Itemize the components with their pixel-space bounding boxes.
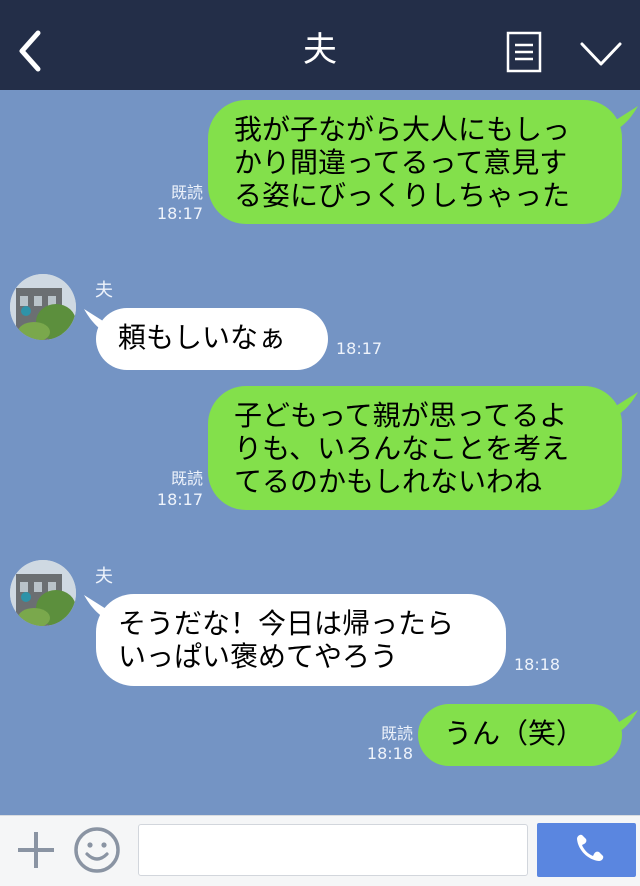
message-time: 18:17 [336, 339, 383, 358]
chevron-down-icon [580, 42, 622, 66]
read-status: 既読 [380, 724, 413, 743]
menu-icon [506, 31, 542, 73]
read-status: 既読 [170, 183, 203, 202]
sender-name: 夫 [95, 566, 113, 587]
chat-title: 夫 [303, 30, 337, 70]
plus-icon [18, 832, 54, 868]
message-input[interactable] [138, 824, 528, 876]
avatar-image [10, 274, 76, 340]
message-time: 18:18 [366, 744, 413, 763]
message-bubble: そうだな！今日は帰ったら いっぱい褒めてやろう [96, 594, 506, 686]
message-time: 18:17 [156, 204, 203, 223]
avatar[interactable] [10, 560, 76, 626]
chat-header: 夫 [0, 0, 640, 90]
menu-button[interactable] [506, 31, 542, 73]
avatar[interactable] [10, 274, 76, 340]
sender-name: 夫 [95, 280, 113, 301]
emoji-button[interactable] [73, 826, 121, 874]
chevron-down-button[interactable] [578, 38, 624, 70]
avatar-image [10, 560, 76, 626]
emoji-icon [74, 827, 120, 873]
message-time: 18:18 [514, 655, 561, 674]
add-button[interactable] [14, 828, 58, 872]
message-bubble: 子どもって親が思ってるよ りも、いろんなことを考え てるのかもしれないわね [208, 386, 622, 510]
message-bubble: 頼もしいなぁ [96, 308, 328, 370]
read-status: 既読 [170, 469, 203, 488]
message-bubble: 我が子ながら大人にもしっ かり間違ってるって意見す る姿にびっくりしちゃった [208, 100, 622, 224]
message-bubble: うん（笑） [418, 704, 622, 766]
call-button[interactable] [537, 823, 636, 877]
message-time: 18:17 [156, 490, 203, 509]
phone-icon [577, 834, 604, 861]
input-bar [0, 815, 640, 886]
